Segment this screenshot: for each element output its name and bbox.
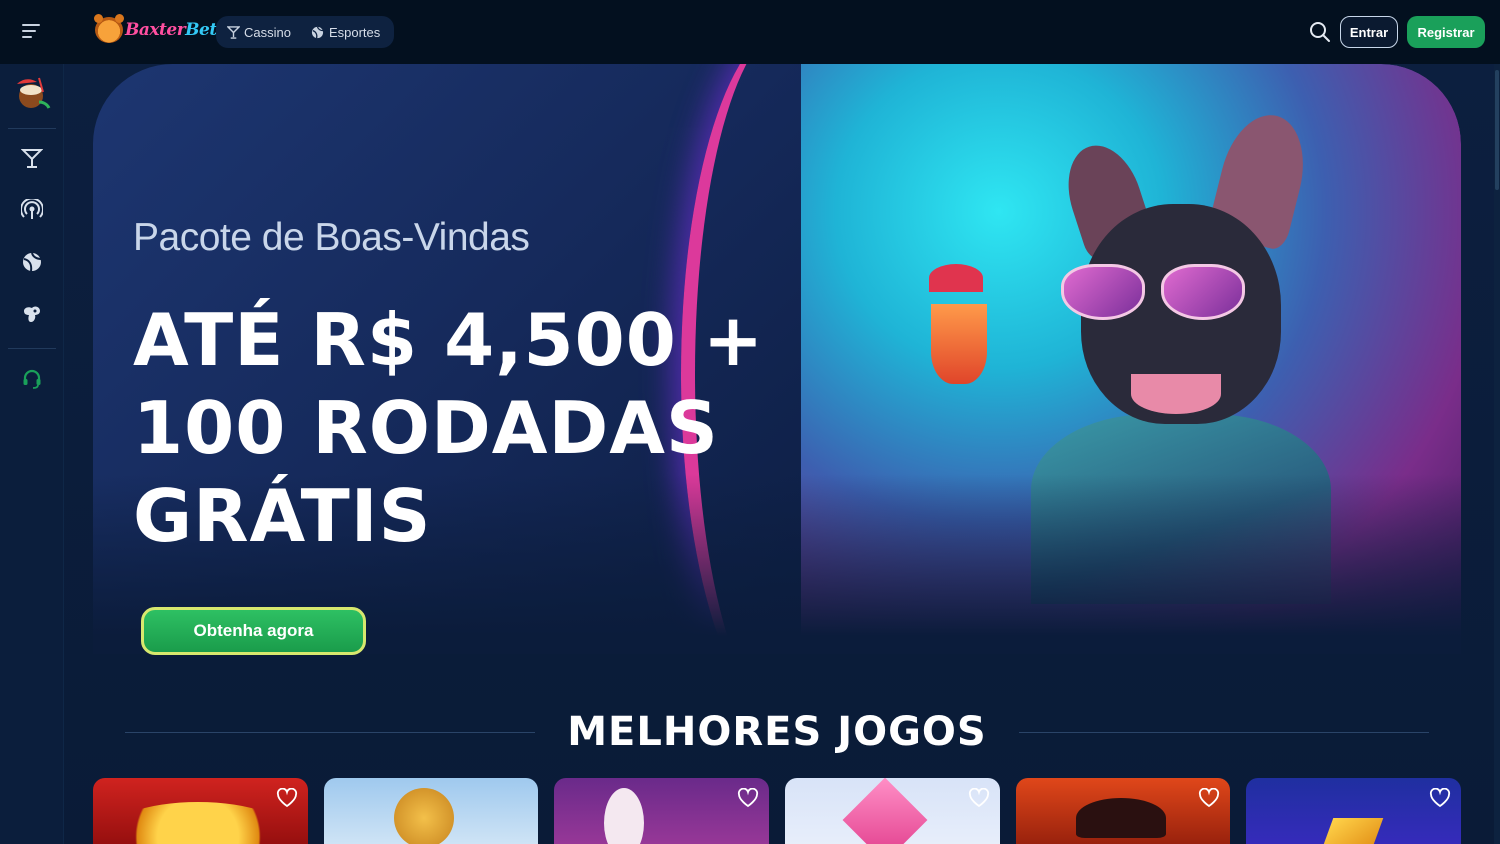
welcome-banner[interactable]: Pacote de Boas-Vindas ATÉ R$ 4,500 + 100… — [93, 64, 1461, 654]
sidebar — [0, 64, 64, 844]
game-card[interactable] — [323, 778, 539, 844]
section-title: MELHORES JOGOS — [567, 709, 987, 755]
sidebar-item-live[interactable] — [12, 192, 52, 232]
bear-logo-icon — [94, 14, 124, 43]
broadcast-icon — [20, 197, 44, 226]
heart-icon[interactable] — [276, 787, 298, 808]
game-card[interactable] — [1246, 778, 1462, 844]
best-games-header: MELHORES JOGOS — [125, 704, 1429, 760]
banner-subtitle: Pacote de Boas-Vindas — [133, 216, 530, 259]
gamepad-icon — [21, 303, 43, 330]
cocktail-icon — [226, 25, 240, 39]
get-bonus-button[interactable]: Obtenha agora — [141, 607, 366, 655]
headset-icon — [21, 367, 43, 394]
sidebar-item-sports[interactable] — [12, 244, 52, 284]
sidebar-item-casino[interactable] — [12, 140, 52, 180]
cocktail-icon — [20, 147, 44, 174]
main-content: Pacote de Boas-Vindas ATÉ R$ 4,500 + 100… — [64, 64, 1494, 844]
sidebar-item-promo[interactable] — [12, 76, 52, 116]
game-card[interactable] — [1015, 778, 1231, 844]
sidebar-item-support[interactable] — [12, 360, 52, 400]
top-nav: Cassino Esportes — [216, 16, 394, 48]
divider — [1018, 731, 1429, 733]
search-icon[interactable] — [1308, 20, 1332, 44]
top-bar: BaxterBet Cassino Esportes Entrar Regist… — [0, 0, 1500, 64]
divider — [125, 731, 536, 733]
heart-icon[interactable] — [1198, 787, 1220, 808]
menu-icon[interactable] — [22, 24, 42, 40]
brand-logo[interactable]: BaxterBet — [94, 14, 217, 44]
games-row — [93, 778, 1462, 844]
coconut-drink-icon — [13, 76, 51, 117]
heart-icon[interactable] — [1429, 787, 1451, 808]
cocktail-illustration — [921, 264, 991, 394]
brand-wordmark: BaxterBet — [125, 20, 217, 40]
nav-cassino[interactable]: Cassino — [226, 25, 291, 40]
sidebar-item-virtual[interactable] — [12, 296, 52, 336]
login-button[interactable]: Entrar — [1340, 16, 1398, 48]
heart-icon[interactable] — [737, 787, 759, 808]
page-scrollbar[interactable] — [1494, 64, 1500, 844]
register-button[interactable]: Registrar — [1407, 16, 1485, 48]
banner-title: ATÉ R$ 4,500 + 100 RODADAS GRÁTIS — [133, 298, 765, 558]
game-card[interactable] — [785, 778, 1000, 844]
nav-esportes[interactable]: Esportes — [311, 25, 380, 40]
heart-icon[interactable] — [968, 787, 990, 808]
sports-ball-icon — [21, 251, 43, 278]
globe-ball-icon — [311, 25, 325, 39]
game-card[interactable] — [554, 778, 770, 844]
game-card[interactable] — [93, 778, 308, 844]
